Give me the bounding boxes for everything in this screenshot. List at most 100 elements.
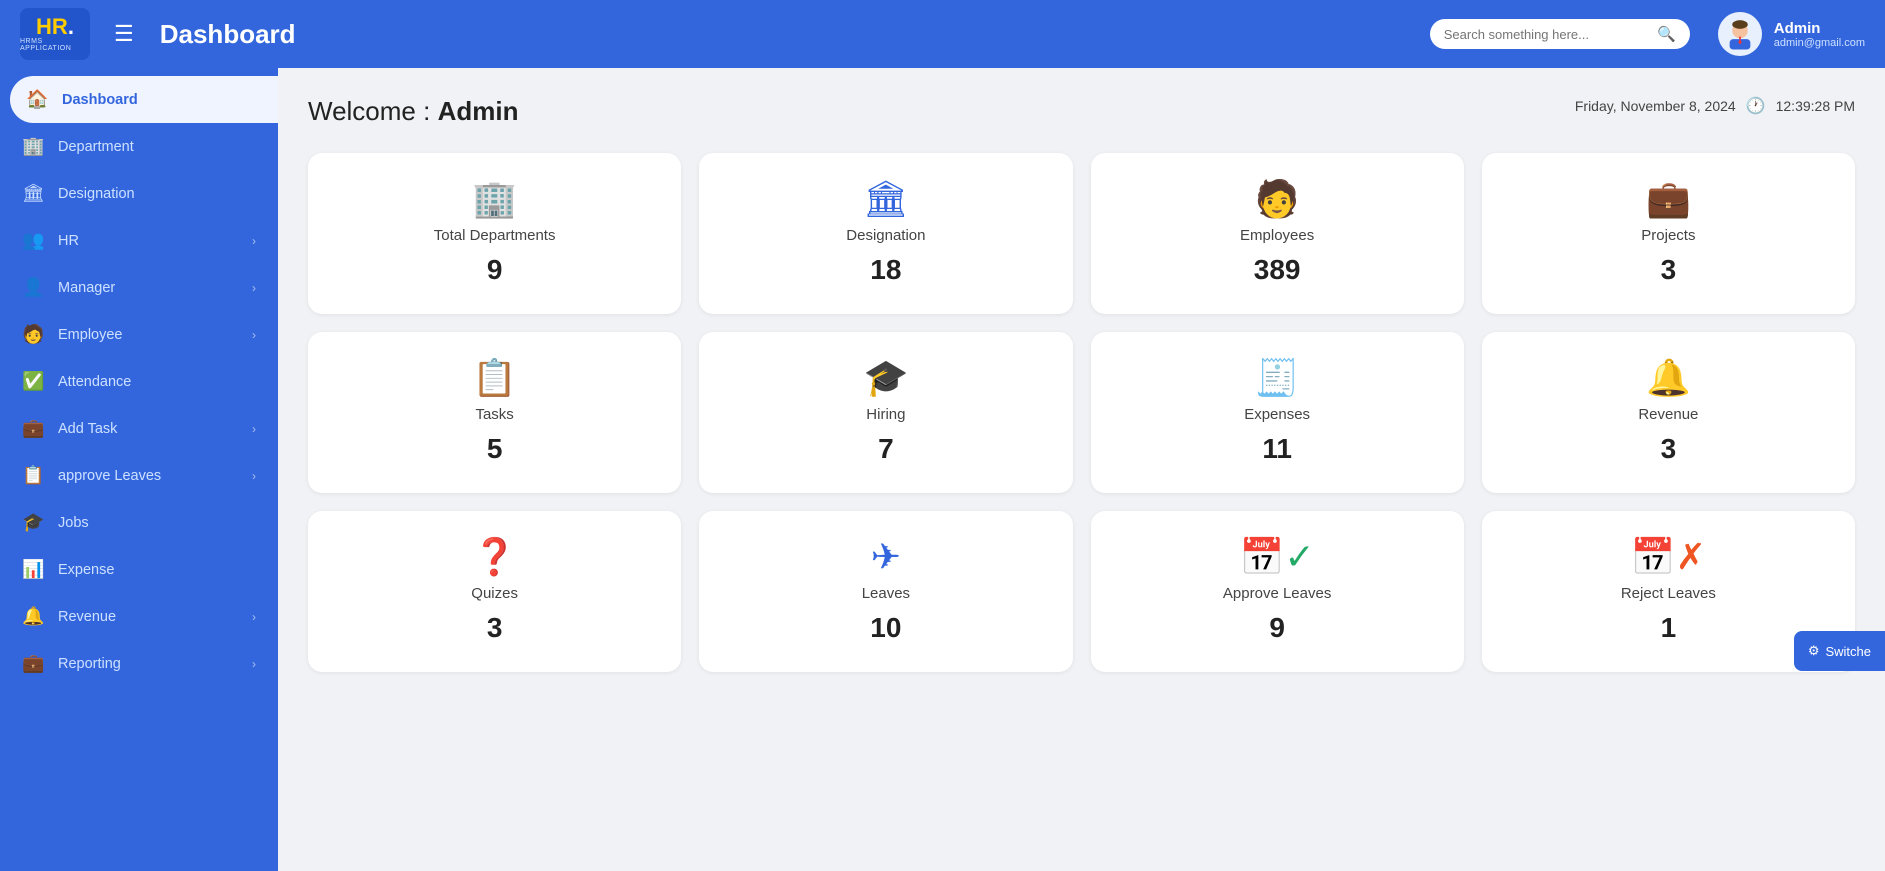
sidebar-item-hr[interactable]: 👥 HR ›: [0, 217, 278, 264]
hamburger-icon[interactable]: ☰: [114, 21, 134, 47]
sidebar-item-manager[interactable]: 👤 Manager ›: [0, 264, 278, 311]
logo-sub: HRMS APPLICATION: [20, 38, 90, 52]
sidebar-item-employee[interactable]: 🧑 Employee ›: [0, 311, 278, 358]
user-info: Admin admin@gmail.com: [1718, 12, 1865, 56]
sidebar-item-expense[interactable]: 📊 Expense: [0, 546, 278, 593]
card-label-approve-leaves: Approve Leaves: [1223, 585, 1331, 602]
sidebar-item-addtask[interactable]: 💼 Add Task ›: [0, 405, 278, 452]
sidebar-label-reporting: Reporting: [58, 656, 238, 672]
card-icon-approve-leaves: 📅✓: [1240, 539, 1315, 575]
user-email: admin@gmail.com: [1774, 37, 1865, 49]
avatar: [1718, 12, 1762, 56]
switch-icon: ⚙: [1808, 643, 1820, 659]
sidebar-icon-manager: 👤: [22, 277, 44, 298]
sidebar-icon-reporting: 💼: [22, 653, 44, 674]
sidebar: 🏠 Dashboard 🏢 Department 🏛 Designation 👥…: [0, 68, 278, 871]
card-quizes[interactable]: ❓ Quizes 3: [308, 511, 681, 672]
card-value-quizes: 3: [487, 612, 503, 644]
search-input[interactable]: [1444, 27, 1649, 42]
sidebar-item-revenue[interactable]: 🔔 Revenue ›: [0, 593, 278, 640]
card-label-reject-leaves: Reject Leaves: [1621, 585, 1716, 602]
card-value-reject-leaves: 1: [1661, 612, 1677, 644]
card-value-projects: 3: [1661, 254, 1677, 286]
card-label-revenue: Revenue: [1638, 406, 1698, 423]
card-label-leaves: Leaves: [862, 585, 910, 602]
card-icon-designation: 🏛: [863, 181, 909, 217]
card-value-approve-leaves: 9: [1269, 612, 1285, 644]
user-name: Admin: [1774, 20, 1865, 37]
sidebar-icon-department: 🏢: [22, 136, 44, 157]
search-bar: 🔍: [1430, 19, 1690, 49]
sidebar-icon-employee: 🧑: [22, 324, 44, 345]
card-value-revenue: 3: [1661, 433, 1677, 465]
sidebar-label-expense: Expense: [58, 562, 256, 578]
sidebar-icon-hr: 👥: [22, 230, 44, 251]
card-leaves[interactable]: ✈ Leaves 10: [699, 511, 1072, 672]
card-icon-leaves: ✈: [871, 539, 901, 575]
card-value-designation: 18: [870, 254, 901, 286]
card-projects[interactable]: 💼 Projects 3: [1482, 153, 1855, 314]
card-label-projects: Projects: [1641, 227, 1695, 244]
card-icon-employees: 🧑: [1255, 181, 1300, 217]
card-revenue[interactable]: 🔔 Revenue 3: [1482, 332, 1855, 493]
sidebar-label-department: Department: [58, 139, 256, 155]
card-approve-leaves[interactable]: 📅✓ Approve Leaves 9: [1091, 511, 1464, 672]
welcome-message: Welcome : Admin: [308, 96, 518, 127]
sidebar-arrow-approveleaves: ›: [252, 469, 256, 483]
card-label-tasks: Tasks: [475, 406, 513, 423]
sidebar-arrow-revenue: ›: [252, 610, 256, 624]
sidebar-icon-attendance: ✅: [22, 371, 44, 392]
sidebar-icon-dashboard: 🏠: [26, 89, 48, 110]
sidebar-item-designation[interactable]: 🏛 Designation: [0, 170, 278, 217]
welcome-row: Welcome : Admin Friday, November 8, 2024…: [308, 96, 1855, 127]
sidebar-label-jobs: Jobs: [58, 515, 256, 531]
time-text: 12:39:28 PM: [1776, 98, 1855, 114]
card-label-designation: Designation: [846, 227, 925, 244]
switch-label: Switche: [1825, 644, 1871, 659]
logo-text: HR.: [36, 16, 74, 38]
card-icon-expenses: 🧾: [1255, 360, 1300, 396]
sidebar-arrow-hr: ›: [252, 234, 256, 248]
card-value-expenses: 11: [1262, 433, 1292, 465]
card-value-total-departments: 9: [487, 254, 503, 286]
user-text: Admin admin@gmail.com: [1774, 20, 1865, 49]
switch-button[interactable]: ⚙ Switche: [1794, 631, 1885, 671]
topnav: HR. HRMS APPLICATION ☰ Dashboard 🔍 Admin: [0, 0, 1885, 68]
card-label-employees: Employees: [1240, 227, 1314, 244]
sidebar-item-attendance[interactable]: ✅ Attendance: [0, 358, 278, 405]
card-expenses[interactable]: 🧾 Expenses 11: [1091, 332, 1464, 493]
card-icon-quizes: ❓: [472, 539, 517, 575]
sidebar-arrow-manager: ›: [252, 281, 256, 295]
sidebar-icon-expense: 📊: [22, 559, 44, 580]
search-icon: 🔍: [1657, 25, 1676, 43]
sidebar-label-designation: Designation: [58, 186, 256, 202]
card-value-hiring: 7: [878, 433, 894, 465]
card-label-total-departments: Total Departments: [434, 227, 556, 244]
card-hiring[interactable]: 🎓 Hiring 7: [699, 332, 1072, 493]
sidebar-item-reporting[interactable]: 💼 Reporting ›: [0, 640, 278, 687]
sidebar-icon-addtask: 💼: [22, 418, 44, 439]
card-value-tasks: 5: [487, 433, 503, 465]
card-icon-hiring: 🎓: [863, 360, 908, 396]
card-value-leaves: 10: [870, 612, 901, 644]
clock-icon: 🕐: [1746, 96, 1766, 116]
sidebar-item-dashboard[interactable]: 🏠 Dashboard: [10, 76, 278, 123]
card-label-quizes: Quizes: [471, 585, 518, 602]
nav-title: Dashboard: [160, 19, 1414, 50]
card-employees[interactable]: 🧑 Employees 389: [1091, 153, 1464, 314]
sidebar-item-department[interactable]: 🏢 Department: [0, 123, 278, 170]
card-designation[interactable]: 🏛 Designation 18: [699, 153, 1072, 314]
logo: HR. HRMS APPLICATION: [20, 8, 90, 60]
cards-row2: 📋 Tasks 5 🎓 Hiring 7 🧾 Expenses 11 🔔 Rev…: [308, 332, 1855, 493]
sidebar-item-jobs[interactable]: 🎓 Jobs: [0, 499, 278, 546]
sidebar-label-addtask: Add Task: [58, 421, 238, 437]
card-total-departments[interactable]: 🏢 Total Departments 9: [308, 153, 681, 314]
card-tasks[interactable]: 📋 Tasks 5: [308, 332, 681, 493]
sidebar-arrow-addtask: ›: [252, 422, 256, 436]
welcome-prefix: Welcome :: [308, 96, 438, 126]
date-text: Friday, November 8, 2024: [1575, 98, 1736, 114]
sidebar-item-approveleaves[interactable]: 📋 approve Leaves ›: [0, 452, 278, 499]
card-label-hiring: Hiring: [866, 406, 905, 423]
sidebar-label-hr: HR: [58, 233, 238, 249]
sidebar-label-dashboard: Dashboard: [62, 92, 256, 108]
